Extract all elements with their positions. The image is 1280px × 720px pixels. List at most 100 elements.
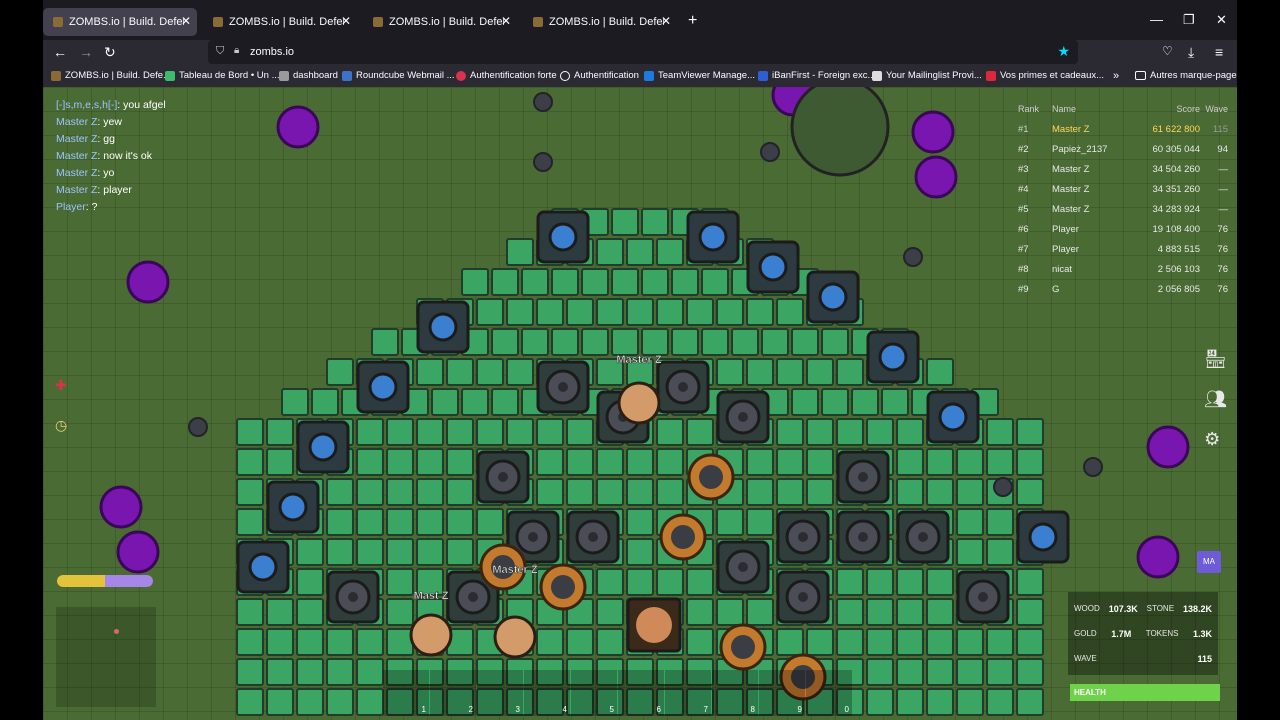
pocket-icon[interactable]: ♡ (1162, 44, 1173, 58)
minimize-icon[interactable]: — (1150, 12, 1163, 27)
other-bookmarks[interactable]: Autres marque-pages (1135, 70, 1237, 81)
chat-message: Master Z: player (56, 184, 132, 196)
bookmark-item[interactable]: dashboard (279, 70, 338, 81)
clock-icon[interactable]: ◷ (55, 417, 67, 457)
game-canvas[interactable]: Master Z Master Z Mast Z [-]s,m,e,s,h[-]: … (43, 87, 1237, 720)
reload-icon[interactable]: ↻ (104, 44, 116, 61)
wall-block (416, 538, 444, 566)
tab-3[interactable]: ZOMBS.io | Build. Defend. Survive. ✕ (363, 8, 517, 36)
arrow-tower (878, 342, 908, 372)
wall-block (356, 628, 384, 656)
wall-block (671, 268, 699, 296)
wall-block (776, 448, 804, 476)
tab-1[interactable]: ZOMBS.io | Build. Defend. Survive. ✕ (43, 8, 197, 36)
download-icon[interactable]: ⤓ (1188, 44, 1194, 61)
bookmark-item[interactable]: ZOMBS.io | Build. Defe... (51, 70, 171, 81)
wall-block (386, 418, 414, 446)
wall-block (926, 628, 954, 656)
shop-icon[interactable]: 🏪︎ (1204, 349, 1227, 389)
close-icon[interactable]: ✕ (501, 14, 511, 28)
hotbar-slot[interactable]: 5 (571, 670, 617, 716)
leaderboard-row: #7 Player 4 883 515 76 (1018, 243, 1228, 255)
bookmark-item[interactable]: Your Mailinglist Provi... (872, 70, 982, 81)
hotbar-slot[interactable]: 2 (430, 670, 476, 716)
new-tab-icon[interactable]: + (688, 12, 697, 30)
bookmarks-overflow-icon[interactable]: » (1113, 70, 1119, 82)
wall-block (986, 688, 1014, 716)
close-icon[interactable]: ✕ (181, 14, 191, 28)
menu-icon[interactable]: ≡ (1215, 44, 1223, 60)
side-menu: 🏪︎ 👥︎ ⚙ (1204, 349, 1227, 469)
gold-mine-core (699, 465, 723, 489)
settings-icon[interactable]: ⚙ (1204, 429, 1227, 469)
wall-block (866, 688, 894, 716)
player-character (409, 613, 453, 657)
bookmark-item[interactable]: Roundcube Webmail ... (342, 70, 455, 81)
bookmark-item[interactable]: iBanFirst - Foreign exc... (758, 70, 875, 81)
bookmark-item[interactable]: TeamViewer Manage... (644, 70, 755, 81)
party-member-button[interactable]: MA (1197, 551, 1221, 573)
party-icon[interactable]: 👥︎ (1204, 389, 1227, 429)
tab-2[interactable]: ZOMBS.io | Build. Defend. Survive. ✕ (203, 8, 357, 36)
wall-block (461, 268, 489, 296)
bookmark-item[interactable]: Tableau de Bord • Un ... (165, 70, 280, 81)
wall-block (506, 358, 534, 386)
hotbar-slot[interactable]: 8 (712, 670, 758, 716)
lock-icon[interactable]: 🔒︎ (234, 45, 239, 56)
bookmark-item[interactable]: Vos primes et cadeaux... (986, 70, 1104, 81)
wall-block (836, 598, 864, 626)
hotbar-key: 9 (797, 705, 802, 714)
wall-block (1016, 448, 1044, 476)
hotbar-slot[interactable]: 0 (806, 670, 852, 716)
hotbar-slot[interactable]: 7 (665, 670, 711, 716)
wall-block (236, 478, 264, 506)
arrow-tower (278, 492, 308, 522)
wall-block (326, 658, 354, 686)
wall-block (326, 358, 354, 386)
hotbar-slot[interactable]: 3 (477, 670, 523, 716)
cannon-core (798, 592, 808, 602)
cannon-core (738, 562, 748, 572)
wall-block (641, 208, 669, 236)
wall-block (326, 628, 354, 656)
maximize-icon[interactable]: ❐ (1183, 12, 1195, 28)
forward-icon[interactable]: → (79, 44, 93, 60)
folder-icon (1135, 71, 1146, 80)
gold-value: 1.7M (1111, 628, 1132, 639)
wall-block (1016, 658, 1044, 686)
url-bar[interactable]: ⛉ 🔒︎ zombs.io ★ (208, 40, 1078, 64)
hotbar-key: 7 (703, 705, 708, 714)
tokens-value: 1.3K (1192, 628, 1212, 639)
close-icon[interactable]: ✕ (341, 14, 351, 28)
left-menu: ✚ ◷ (55, 377, 67, 457)
wall-block (776, 418, 804, 446)
hotbar-slot[interactable]: 6 (618, 670, 664, 716)
wall-block (326, 688, 354, 716)
wall-block (956, 508, 984, 536)
bookmark-item[interactable]: Authentification forte (456, 70, 557, 81)
wall-block (881, 388, 909, 416)
hotbar-slot[interactable]: 9 (759, 670, 805, 716)
close-window-icon[interactable]: ✕ (1216, 12, 1227, 28)
tab-4[interactable]: ZOMBS.io | Build. Defend. Survive. ✕ (523, 8, 677, 36)
wall-block (716, 508, 744, 536)
nav-bar: ← → ↻ ⛉ 🔒︎ zombs.io ★ ♡ ⤓ ≡ (43, 40, 1237, 65)
back-icon[interactable]: ← (53, 44, 67, 60)
bookmark-item[interactable]: Authentification (560, 70, 639, 81)
wall-block (236, 508, 264, 536)
minimap[interactable] (56, 607, 156, 707)
health-fill: HEALTH (1070, 684, 1220, 701)
hotbar-slot[interactable]: 1 (383, 670, 429, 716)
wall-block (296, 538, 324, 566)
tokens-label: TOKENS (1145, 629, 1179, 638)
bookmark-star-icon[interactable]: ★ (1057, 43, 1070, 60)
wall-block (551, 268, 579, 296)
wall-block (446, 508, 474, 536)
wall-block (266, 688, 294, 716)
close-icon[interactable]: ✕ (661, 14, 671, 28)
hotbar-slot[interactable]: 4 (524, 670, 570, 716)
hotbar-key: 0 (844, 705, 849, 714)
leaderboard-row: #2 Papież_2137 60 305 044 94 (1018, 143, 1228, 155)
heart-icon[interactable]: ✚ (55, 377, 67, 417)
shield-icon[interactable]: ⛉ (216, 45, 224, 58)
